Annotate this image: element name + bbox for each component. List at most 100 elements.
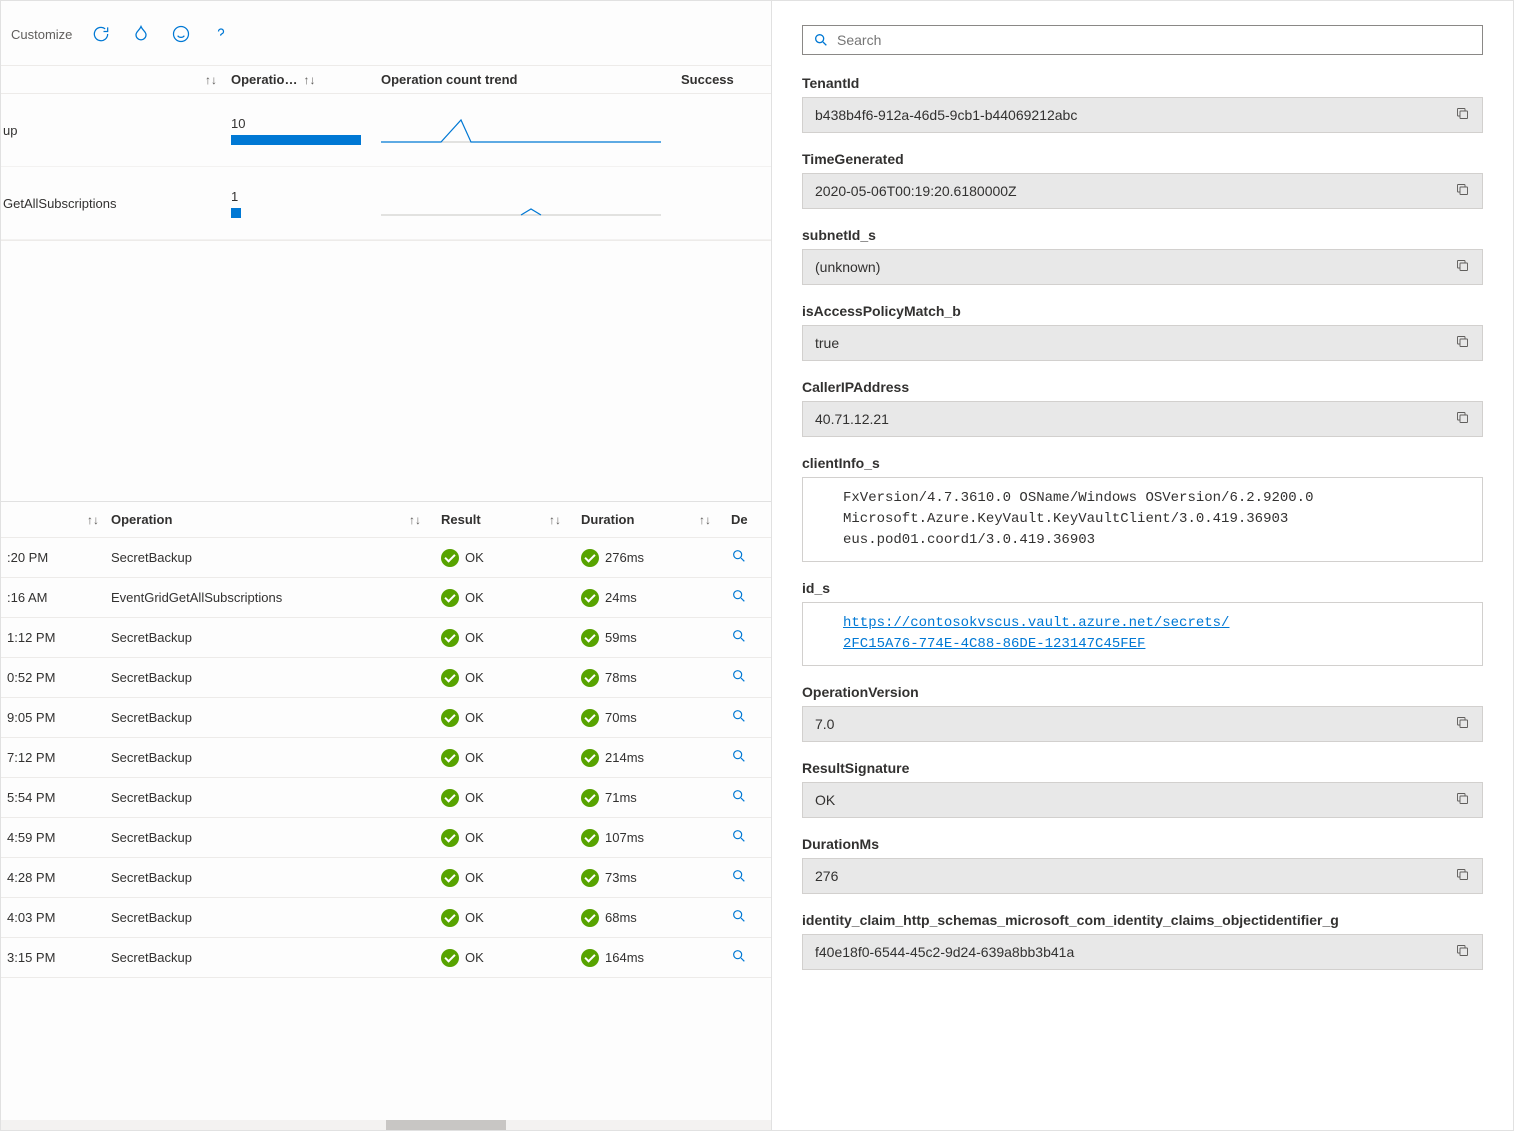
- table-row[interactable]: 7:12 PM SecretBackup OK 214ms: [1, 738, 771, 778]
- table-row[interactable]: :16 AM EventGridGetAllSubscriptions OK 2…: [1, 578, 771, 618]
- horizontal-scrollbar[interactable]: [1, 1120, 771, 1130]
- cell-result: OK: [441, 549, 581, 567]
- copy-icon[interactable]: [1455, 943, 1470, 961]
- field-value[interactable]: b438b4f6-912a-46d5-9cb1-b44069212abc: [802, 97, 1483, 133]
- table-row[interactable]: 4:59 PM SecretBackup OK 107ms: [1, 818, 771, 858]
- sort-icon[interactable]: ↑↓: [87, 513, 99, 527]
- customize-button[interactable]: Customize: [11, 27, 72, 42]
- copy-icon[interactable]: [1455, 182, 1470, 200]
- copy-icon[interactable]: [1455, 258, 1470, 276]
- op-bar: [231, 208, 241, 218]
- details-pane: TenantIdb438b4f6-912a-46d5-9cb1-b4406921…: [772, 1, 1513, 1130]
- field-label: CallerIPAddress: [802, 379, 1483, 395]
- cell-duration: 59ms: [581, 629, 731, 647]
- details-icon[interactable]: [731, 748, 771, 767]
- cell-time: 4:59 PM: [1, 830, 111, 845]
- sort-icon[interactable]: ↑↓: [303, 73, 315, 87]
- field-value[interactable]: (unknown): [802, 249, 1483, 285]
- sort-icon[interactable]: ↑↓: [205, 73, 217, 87]
- table-row[interactable]: 1:12 PM SecretBackup OK 59ms: [1, 618, 771, 658]
- col-operation[interactable]: Operatio…: [231, 72, 297, 87]
- table-row[interactable]: 4:03 PM SecretBackup OK 68ms: [1, 898, 771, 938]
- sort-icon[interactable]: ↑↓: [549, 513, 561, 527]
- details-icon[interactable]: [731, 948, 771, 967]
- refresh-icon[interactable]: [90, 23, 112, 45]
- copy-icon[interactable]: [1455, 410, 1470, 428]
- field-value[interactable]: 7.0: [802, 706, 1483, 742]
- details-icon[interactable]: [731, 708, 771, 727]
- help-icon[interactable]: [210, 23, 232, 45]
- details-icon[interactable]: [731, 868, 771, 887]
- summary-row[interactable]: GetAllSubscriptions 1: [1, 167, 771, 240]
- cell-result: OK: [441, 669, 581, 687]
- cell-result: OK: [441, 629, 581, 647]
- field-value[interactable]: 40.71.12.21: [802, 401, 1483, 437]
- table-row[interactable]: 3:15 PM SecretBackup OK 164ms: [1, 938, 771, 978]
- field-value[interactable]: 2020-05-06T00:19:20.6180000Z: [802, 173, 1483, 209]
- trend-sparkline: [381, 185, 661, 221]
- check-icon: [441, 789, 459, 807]
- sort-icon[interactable]: ↑↓: [409, 513, 421, 527]
- details-icon[interactable]: [731, 828, 771, 847]
- table-row[interactable]: :20 PM SecretBackup OK 276ms: [1, 538, 771, 578]
- table-row[interactable]: 4:28 PM SecretBackup OK 73ms: [1, 858, 771, 898]
- op-name: up: [1, 123, 231, 138]
- check-icon: [581, 749, 599, 767]
- property-field: TenantIdb438b4f6-912a-46d5-9cb1-b4406921…: [802, 75, 1483, 133]
- details-icon[interactable]: [731, 628, 771, 647]
- check-icon: [441, 589, 459, 607]
- field-value[interactable]: f40e18f0-6544-45c2-9d24-639a8bb3b41a: [802, 934, 1483, 970]
- cell-time: 3:15 PM: [1, 950, 111, 965]
- operations-table: ↑↓ Operation↑↓ Result↑↓ Duration↑↓ De :2…: [1, 501, 771, 1120]
- cell-duration: 70ms: [581, 709, 731, 727]
- cell-duration: 71ms: [581, 789, 731, 807]
- cell-operation: SecretBackup: [111, 550, 441, 565]
- cell-operation: SecretBackup: [111, 950, 441, 965]
- property-field: OperationVersion7.0: [802, 684, 1483, 742]
- field-value[interactable]: FxVersion/4.7.3610.0 OSName/Windows OSVe…: [802, 477, 1483, 562]
- field-value[interactable]: 276: [802, 858, 1483, 894]
- cell-result: OK: [441, 749, 581, 767]
- field-label: ResultSignature: [802, 760, 1483, 776]
- copy-icon[interactable]: [1455, 791, 1470, 809]
- cell-duration: 68ms: [581, 909, 731, 927]
- field-value[interactable]: OK: [802, 782, 1483, 818]
- check-icon: [581, 829, 599, 847]
- col-duration[interactable]: Duration: [581, 512, 634, 527]
- sort-icon[interactable]: ↑↓: [699, 513, 711, 527]
- details-icon[interactable]: [731, 668, 771, 687]
- check-icon: [441, 909, 459, 927]
- property-field: isAccessPolicyMatch_btrue: [802, 303, 1483, 361]
- details-icon[interactable]: [731, 788, 771, 807]
- property-field: identity_claim_http_schemas_microsoft_co…: [802, 912, 1483, 970]
- summary-row[interactable]: up 10: [1, 94, 771, 167]
- check-icon: [441, 669, 459, 687]
- search-input[interactable]: [837, 32, 1472, 48]
- field-value[interactable]: true: [802, 325, 1483, 361]
- check-icon: [581, 869, 599, 887]
- cell-result: OK: [441, 949, 581, 967]
- feedback-icon[interactable]: [170, 23, 192, 45]
- table-row[interactable]: 9:05 PM SecretBackup OK 70ms: [1, 698, 771, 738]
- col-operation[interactable]: Operation: [111, 512, 172, 527]
- property-field: CallerIPAddress 40.71.12.21: [802, 379, 1483, 437]
- cell-time: 9:05 PM: [1, 710, 111, 725]
- details-icon[interactable]: [731, 588, 771, 607]
- cell-result: OK: [441, 869, 581, 887]
- copy-icon[interactable]: [1455, 106, 1470, 124]
- cell-duration: 164ms: [581, 949, 731, 967]
- copy-icon[interactable]: [1455, 334, 1470, 352]
- copy-icon[interactable]: [1455, 715, 1470, 733]
- check-icon: [441, 629, 459, 647]
- share-icon[interactable]: [130, 23, 152, 45]
- search-box[interactable]: [802, 25, 1483, 55]
- toolbar: Customize: [1, 1, 771, 65]
- trend-sparkline: [381, 112, 661, 148]
- copy-icon[interactable]: [1455, 867, 1470, 885]
- table-row[interactable]: 5:54 PM SecretBackup OK 71ms: [1, 778, 771, 818]
- table-row[interactable]: 0:52 PM SecretBackup OK 78ms: [1, 658, 771, 698]
- col-result[interactable]: Result: [441, 512, 481, 527]
- details-icon[interactable]: [731, 548, 771, 567]
- field-value-link[interactable]: https://contosokvscus.vault.azure.net/se…: [802, 602, 1483, 666]
- details-icon[interactable]: [731, 908, 771, 927]
